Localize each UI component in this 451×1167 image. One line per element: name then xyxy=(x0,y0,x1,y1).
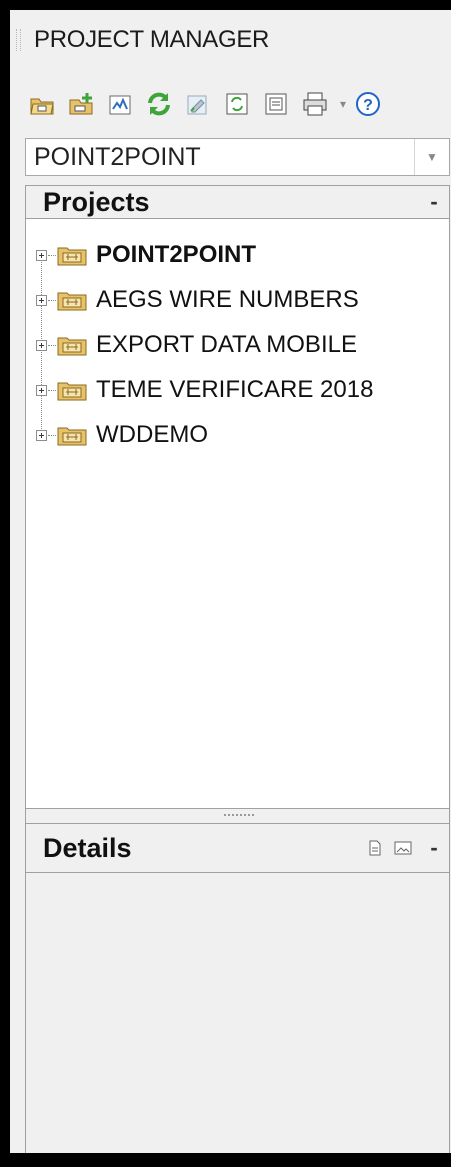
project-folder-icon xyxy=(57,382,87,401)
new-project-icon[interactable] xyxy=(63,86,99,122)
details-content xyxy=(25,873,450,1153)
window-title: PROJECT MANAGER xyxy=(34,26,270,53)
project-task-list-icon[interactable] xyxy=(102,86,138,122)
update-retag-icon[interactable] xyxy=(219,86,255,122)
chevron-down-icon[interactable]: ▼ xyxy=(414,139,449,175)
details-panel-title: Details xyxy=(43,832,132,863)
expand-icon[interactable] xyxy=(36,430,47,441)
expand-icon[interactable] xyxy=(36,340,47,351)
toolbar: ▾ ? xyxy=(24,86,389,122)
projects-collapse-button[interactable]: - xyxy=(419,189,449,215)
project-manager-window: PROJECT MANAGER ▾ ? POINT2POINT ▼ Projec… xyxy=(10,10,451,1153)
details-collapse-button[interactable]: - xyxy=(419,835,449,861)
project-folder-icon xyxy=(57,337,87,356)
svg-text:?: ? xyxy=(363,97,373,114)
details-view-icon[interactable] xyxy=(363,836,387,860)
project-folder-icon xyxy=(57,247,87,266)
drag-grip[interactable] xyxy=(16,29,21,51)
tree-item-label: AEGS WIRE NUMBERS xyxy=(96,286,359,313)
tree-item-label: POINT2POINT xyxy=(96,241,257,268)
reports-icon[interactable] xyxy=(258,86,294,122)
panel-splitter[interactable] xyxy=(25,809,450,823)
tree-item-label: EXPORT DATA MOBILE xyxy=(96,331,357,358)
title-bar[interactable]: PROJECT MANAGER xyxy=(10,10,451,70)
refresh-icon[interactable] xyxy=(141,86,177,122)
project-folder-icon xyxy=(57,427,87,446)
expand-icon[interactable] xyxy=(36,295,47,306)
expand-icon[interactable] xyxy=(36,250,47,261)
project-selector-dropdown[interactable]: POINT2POINT ▼ xyxy=(25,138,450,176)
expand-icon[interactable] xyxy=(36,385,47,396)
thumbnail-view-icon[interactable] xyxy=(391,836,415,860)
publish-plot-icon[interactable] xyxy=(297,86,333,122)
tree-item-label: TEME VERIFICARE 2018 xyxy=(96,376,374,403)
publish-dropdown-arrow[interactable]: ▾ xyxy=(336,97,350,111)
splitter-grip[interactable] xyxy=(224,814,254,816)
help-icon[interactable]: ? xyxy=(350,86,386,122)
details-panel-header[interactable]: Details - xyxy=(25,823,450,873)
project-folder-icon xyxy=(57,292,87,311)
open-project-icon[interactable] xyxy=(24,86,60,122)
project-tree: POINT2POINT AEGS WIRE NUMBERS EXPORT DAT… xyxy=(25,219,450,809)
tree-item-label: WDDEMO xyxy=(96,421,208,448)
projects-panel-title: Projects xyxy=(43,186,150,217)
projects-panel-header[interactable]: Projects - xyxy=(25,185,450,219)
project-selector-value: POINT2POINT xyxy=(34,142,201,171)
rebuild-icon[interactable] xyxy=(180,86,216,122)
